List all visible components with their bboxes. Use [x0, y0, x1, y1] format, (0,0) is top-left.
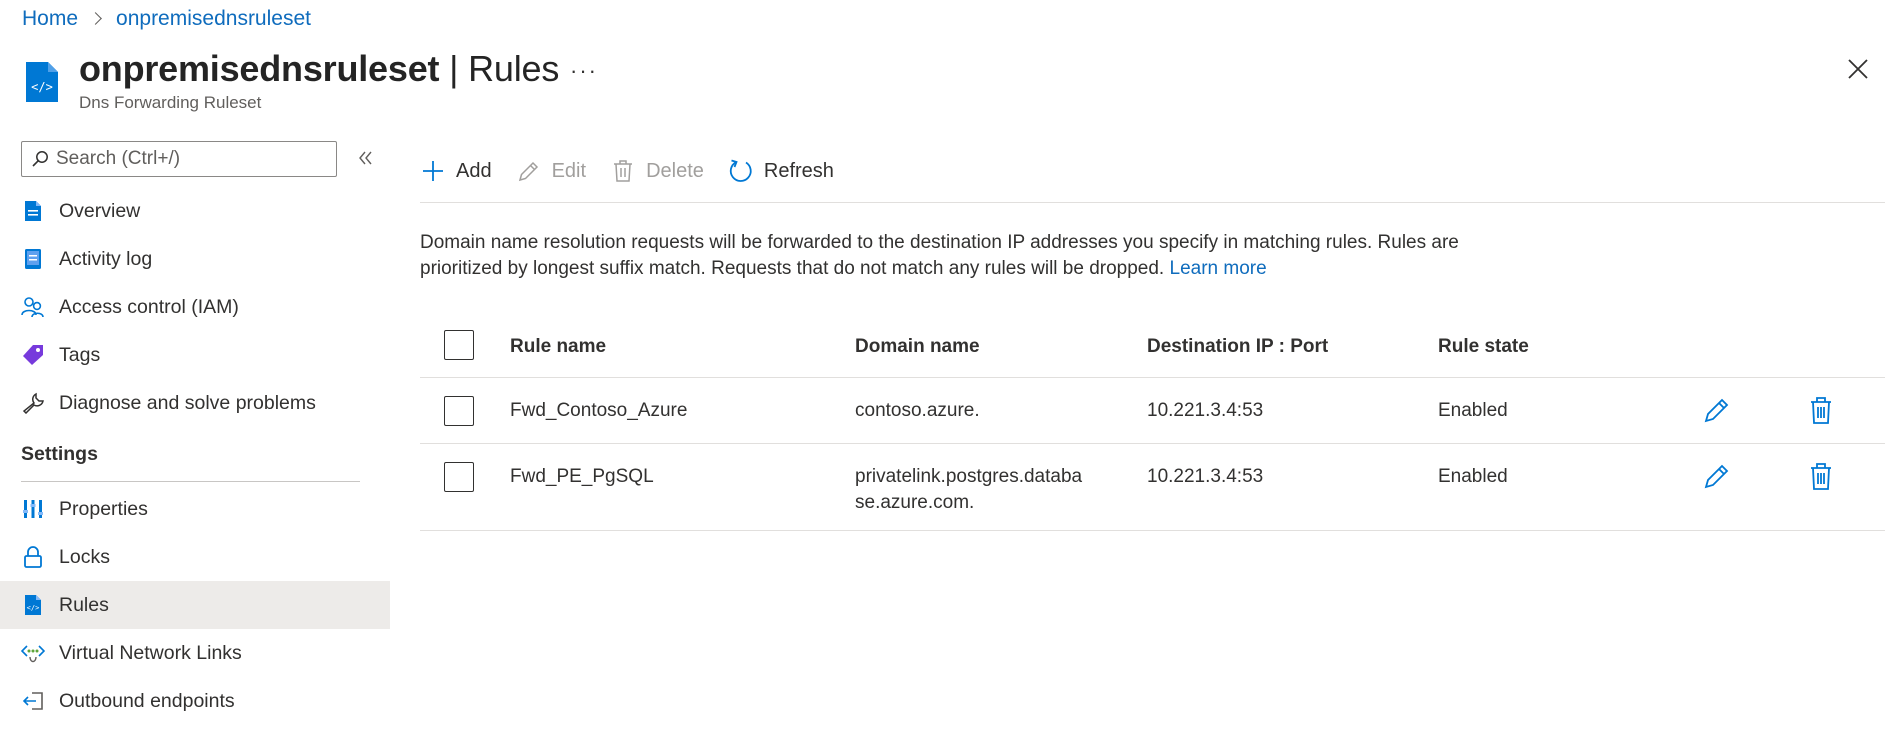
destination-cell: 10.221.3.4:53 [1147, 400, 1264, 421]
row-checkbox[interactable] [444, 396, 474, 426]
sidebar-item-locks[interactable]: Locks [0, 533, 390, 581]
sidebar-section-settings: Settings [0, 427, 390, 482]
page-title-separator: | [449, 48, 459, 89]
page-subtitle: Dns Forwarding Ruleset [79, 93, 262, 112]
lock-icon [21, 545, 45, 569]
iam-icon [21, 295, 45, 319]
sidebar-item-label: Rules [59, 593, 109, 616]
chevron-right-icon [84, 9, 110, 29]
refresh-icon [728, 158, 754, 184]
breadcrumb-home-link[interactable]: Home [22, 7, 78, 31]
rules-icon: </> [21, 593, 45, 617]
rules-table: Rule name Domain name Destination IP : P… [420, 318, 1885, 531]
sidebar-item-access-control[interactable]: Access control (IAM) [0, 283, 390, 331]
rule-state-cell: Enabled [1438, 400, 1508, 421]
sidebar-item-label: Overview [59, 199, 141, 222]
properties-icon [21, 497, 45, 521]
sidebar-item-label: Tags [59, 343, 101, 366]
sidebar-item-label: Diagnose and solve problems [59, 391, 316, 414]
command-bar: Add Edit Delete Refresh [420, 150, 1885, 203]
tag-icon [21, 343, 45, 367]
trash-icon [610, 158, 636, 184]
row-checkbox[interactable] [444, 462, 474, 492]
column-header-rule-name: Rule name [510, 336, 607, 357]
column-header-destination: Destination IP : Port [1147, 336, 1329, 357]
destination-cell: 10.221.3.4:53 [1147, 466, 1264, 487]
sidebar-item-label: Activity log [59, 247, 153, 270]
dns-ruleset-resource-icon: </> [22, 60, 62, 104]
rule-name-cell: Fwd_Contoso_Azure [510, 400, 688, 421]
sidebar-item-diagnose[interactable]: Diagnose and solve problems [0, 379, 390, 427]
select-all-checkbox[interactable] [444, 330, 474, 360]
edit-button[interactable]: Edit [516, 150, 586, 192]
search-input[interactable]: Search (Ctrl+/) [21, 141, 337, 177]
more-options-button[interactable]: ··· [570, 58, 598, 84]
delete-button[interactable]: Delete [610, 150, 704, 192]
table-header-row: Rule name Domain name Destination IP : P… [420, 318, 1885, 378]
delete-rule-icon[interactable] [1806, 461, 1836, 491]
sidebar-item-properties[interactable]: Properties [0, 485, 390, 533]
page-title-section: Rules [468, 48, 560, 89]
edit-rule-icon[interactable] [1702, 395, 1732, 425]
activity-log-icon [21, 247, 45, 271]
breadcrumb-resource-link[interactable]: onpremisednsruleset [116, 7, 311, 31]
column-header-domain-name: Domain name [855, 336, 980, 357]
sidebar-item-tags[interactable]: Tags [0, 331, 390, 379]
pencil-icon [516, 158, 542, 184]
delete-rule-icon[interactable] [1806, 395, 1836, 425]
edit-button-label: Edit [551, 159, 587, 182]
breadcrumb: Home onpremisednsruleset [22, 6, 311, 32]
sidebar-item-rules[interactable]: </> Rules [0, 581, 390, 629]
rule-name-cell: Fwd_PE_PgSQL [510, 466, 654, 487]
refresh-button[interactable]: Refresh [728, 150, 834, 192]
domain-name-cell: contoso.azure. [855, 400, 980, 421]
sidebar-item-virtual-network-links[interactable]: Virtual Network Links [0, 629, 390, 677]
collapse-sidebar-icon[interactable] [356, 148, 376, 168]
sidebar-item-label: Virtual Network Links [59, 641, 242, 664]
add-button-label: Add [456, 159, 492, 182]
search-placeholder: Search (Ctrl+/) [56, 148, 181, 169]
svg-text:</>: </> [27, 604, 40, 612]
vnet-link-icon [21, 641, 45, 665]
sidebar-item-label: Outbound endpoints [59, 689, 235, 712]
svg-text:</>: </> [31, 80, 53, 94]
rule-state-cell: Enabled [1438, 466, 1508, 487]
page-title: onpremisednsruleset | Rules [79, 48, 559, 90]
refresh-button-label: Refresh [763, 159, 834, 182]
delete-button-label: Delete [646, 159, 704, 182]
table-row[interactable]: Fwd_Contoso_Azure contoso.azure. 10.221.… [420, 378, 1885, 444]
table-row[interactable]: Fwd_PE_PgSQL privatelink.postgres.databa… [420, 444, 1885, 531]
sidebar-item-label: Locks [59, 545, 110, 568]
close-icon[interactable] [1846, 57, 1870, 81]
outbound-endpoint-icon [21, 689, 45, 713]
wrench-icon [21, 391, 45, 415]
sidebar-item-label: Access control (IAM) [59, 295, 239, 318]
description-text: Domain name resolution requests will be … [420, 232, 1459, 279]
sidebar-nav: Overview Activity log Access control (IA… [0, 187, 390, 725]
column-header-rule-state: Rule state [1438, 336, 1529, 357]
page-title-resource: onpremisednsruleset [79, 48, 440, 89]
domain-name-cell: privatelink.postgres.database.azure.com. [855, 466, 1083, 513]
search-icon [32, 151, 48, 167]
sidebar-item-label: Properties [59, 497, 148, 520]
plus-icon [420, 158, 446, 184]
learn-more-link[interactable]: Learn more [1170, 258, 1267, 279]
sidebar-item-overview[interactable]: Overview [0, 187, 390, 235]
sidebar-item-outbound-endpoints[interactable]: Outbound endpoints [0, 677, 390, 725]
add-button[interactable]: Add [420, 150, 492, 192]
edit-rule-icon[interactable] [1702, 461, 1732, 491]
rules-description: Domain name resolution requests will be … [420, 230, 1520, 282]
overview-icon [21, 199, 45, 223]
sidebar-item-activity-log[interactable]: Activity log [0, 235, 390, 283]
